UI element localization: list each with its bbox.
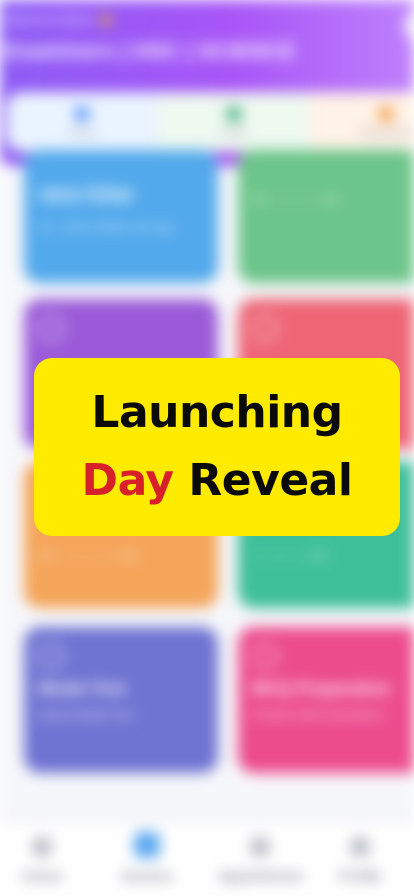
mcq-preparation-card[interactable]: MCQ Preparation Practice MCQ Questions xyxy=(238,627,414,773)
quick-action-library[interactable]: Library xyxy=(6,92,158,152)
nav-label: Home xyxy=(21,868,62,885)
card-subtitle: Practice MCQ Questions xyxy=(252,708,385,722)
nav-item-home[interactable]: Home xyxy=(14,822,70,896)
card-subtitle: বই - ---- ---- - প্রশ্ন xyxy=(252,193,339,207)
greeting-text: Welcome Back! 👋 xyxy=(4,12,114,27)
card-subtitle: ---- ---- ---- প্রশ্ন xyxy=(252,549,327,563)
user-icon xyxy=(227,107,241,121)
pencil-icon xyxy=(38,315,64,341)
category-card[interactable]: বই - ---- ---- - প্রশ্ন xyxy=(238,150,414,283)
chat-icon xyxy=(38,643,64,669)
card-title: Model Test xyxy=(38,679,126,698)
quick-action-label: Library xyxy=(68,127,96,137)
doctor-icon xyxy=(134,832,160,858)
nav-item-doctors[interactable]: Doctors xyxy=(112,822,182,896)
banner-word: Reveal xyxy=(188,455,353,506)
quick-action-label: Profile xyxy=(221,127,247,137)
home-icon xyxy=(33,838,51,856)
banner-subheadline: Day Reveal xyxy=(82,453,353,509)
nav-item-profile[interactable]: Profile xyxy=(330,822,390,896)
user-icon xyxy=(351,838,369,856)
launch-banner: Launching Day Reveal xyxy=(34,358,400,536)
card-subtitle: Attend Model Test xyxy=(38,708,134,722)
quick-action-profile[interactable]: Profile xyxy=(158,92,310,152)
trophy-icon xyxy=(379,107,393,121)
quick-actions: Library Profile Achievement xyxy=(6,92,414,152)
bottom-nav: Home Doctors Appointment Profile xyxy=(0,822,414,896)
model-test-card[interactable]: Model Test Attend Model Test xyxy=(24,627,218,773)
card-title: MCQ Preparation xyxy=(252,679,391,698)
card-subtitle: বই - ---- ---- ---- প্রশ্ন xyxy=(38,549,137,563)
quick-action-achievement[interactable]: Achievement xyxy=(310,92,414,152)
avatar[interactable] xyxy=(404,10,414,42)
nav-label: Doctors xyxy=(121,868,173,885)
gear-icon xyxy=(252,315,278,341)
banner-headline: Launching xyxy=(91,387,343,438)
nav-item-appointment[interactable]: Appointment xyxy=(210,822,310,896)
calendar-icon xyxy=(251,838,269,856)
category-card[interactable]: অধ্যায় ভিত্তিক বই - অধ্যায় ভিত্তিক প্র… xyxy=(24,150,218,283)
nav-label: Profile xyxy=(338,868,382,885)
book-icon xyxy=(75,107,89,121)
target-icon xyxy=(252,643,278,669)
banner-accent-word: Day xyxy=(81,455,175,506)
quick-action-label: Achievement xyxy=(359,127,413,137)
card-subtitle: বই - অধ্যায় ভিত্তিক প্রশ্ন সমূহ xyxy=(38,221,173,235)
card-title: অধ্যায় ভিত্তিক xyxy=(38,187,134,206)
nav-label: Appointment xyxy=(217,868,303,885)
page-title: Examiners | HSC | SCIENCE xyxy=(4,40,296,63)
